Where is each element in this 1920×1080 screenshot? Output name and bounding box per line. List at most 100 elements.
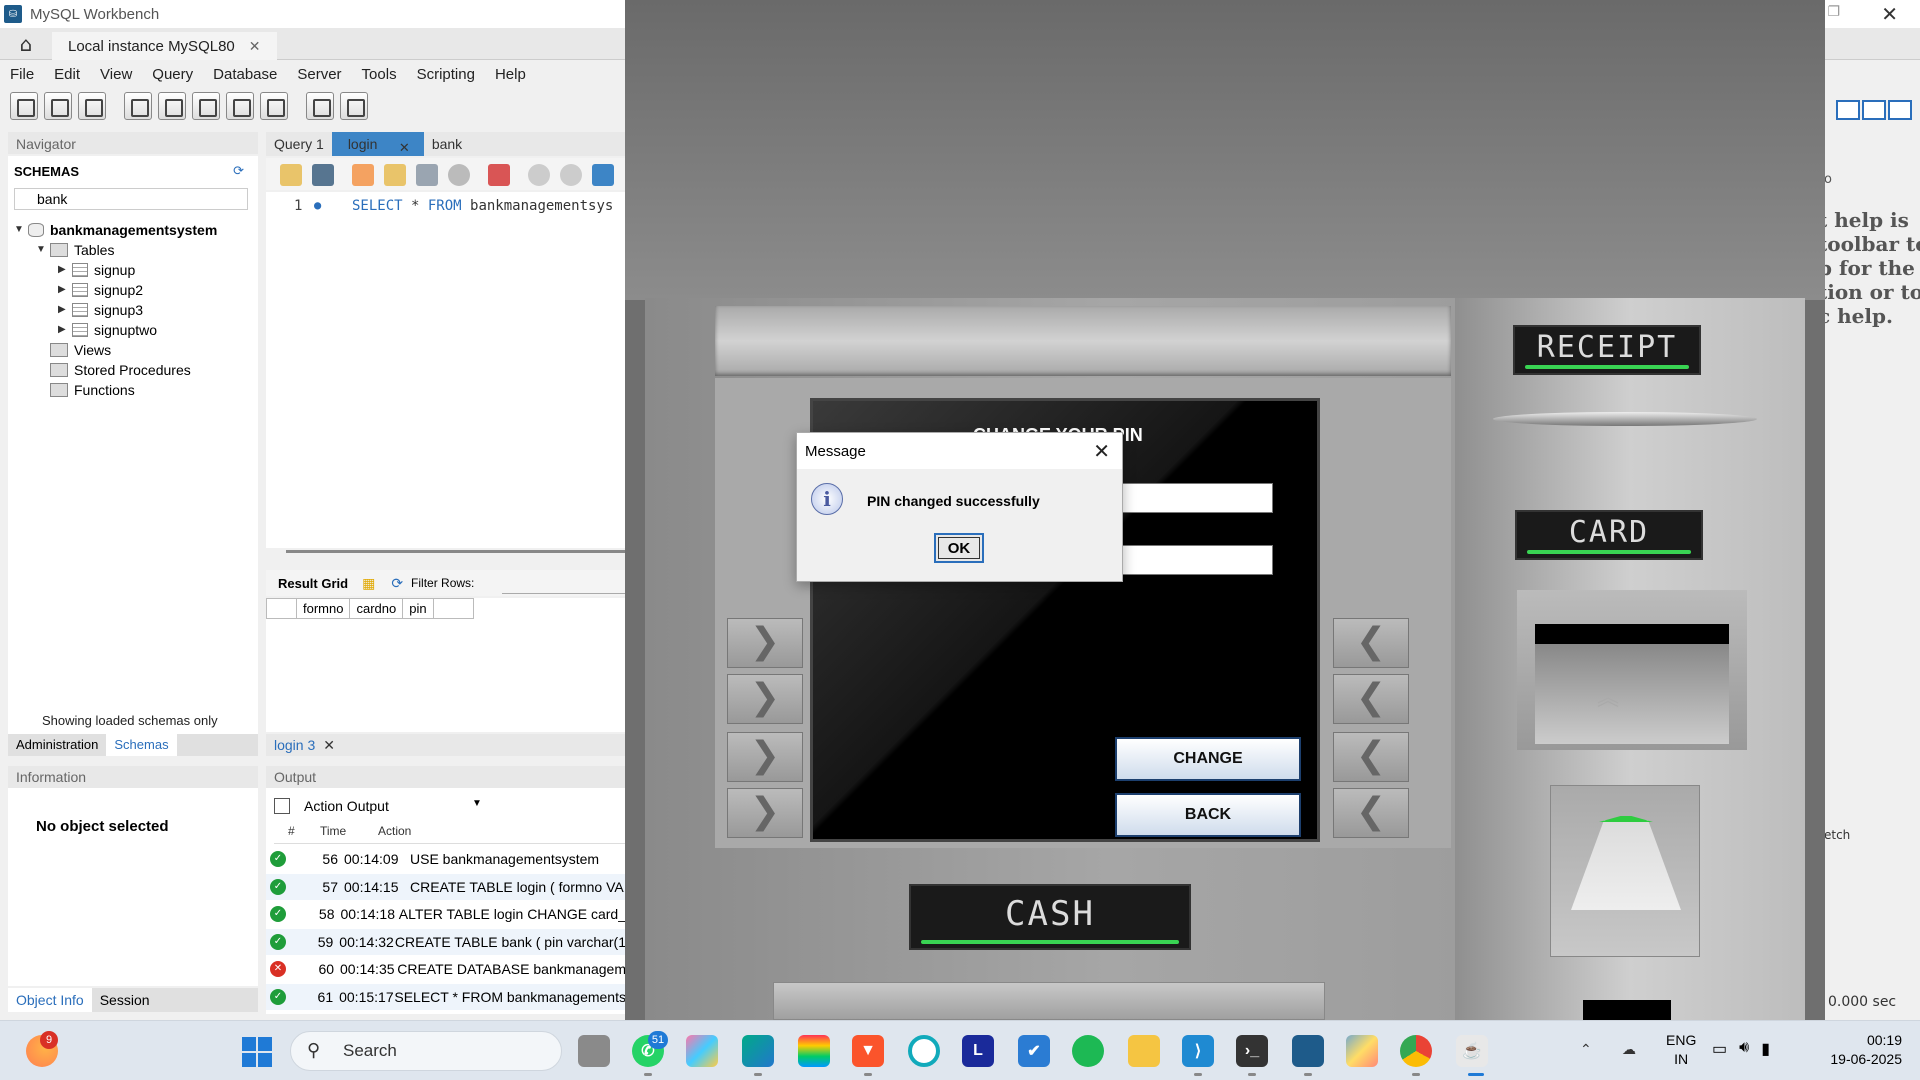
close-tab-icon[interactable]: ✕: [249, 38, 261, 54]
rollback-icon[interactable]: [560, 164, 582, 186]
vscode-icon[interactable]: ⟩: [1182, 1035, 1214, 1067]
output-row[interactable]: ✓ 59 00:14:32 CREATE TABLE bank ( pin varch…: [266, 928, 626, 955]
chevron-down-icon[interactable]: ▼: [472, 798, 482, 809]
output-row[interactable]: ✕ 60 00:14:35 CREATE DATABASE bankmanagem: [266, 956, 626, 982]
create-view-icon[interactable]: [192, 92, 220, 120]
stop-icon[interactable]: [448, 164, 470, 186]
open-sql-script-icon[interactable]: [44, 92, 72, 120]
create-procedure-icon[interactable]: [226, 92, 254, 120]
output-row[interactable]: ✓ 61 00:15:17 SELECT * FROM bankmanagements: [266, 983, 626, 1010]
tree-item-db[interactable]: ▼ bankmanagementsystem: [14, 220, 217, 240]
right-side-key[interactable]: ❮: [1333, 618, 1409, 668]
tree-item-table[interactable]: ▶ signuptwo: [14, 320, 217, 340]
battery-icon[interactable]: ▮: [1761, 1039, 1770, 1059]
menu-help[interactable]: Help: [485, 66, 536, 83]
menu-view[interactable]: View: [90, 66, 142, 83]
brave-icon[interactable]: ▼: [852, 1035, 884, 1067]
tree-item-table[interactable]: ▶ signup3: [14, 300, 217, 320]
tree-item-views[interactable]: Views: [14, 340, 217, 360]
commit-icon[interactable]: [528, 164, 550, 186]
mysql-workbench-icon[interactable]: [1292, 1035, 1324, 1067]
change-button[interactable]: CHANGE: [1115, 737, 1301, 781]
open-file-icon[interactable]: [280, 164, 302, 186]
sql-editor[interactable]: 1 ● SELECT * FROM bankmanagementsys: [266, 192, 626, 548]
volume-icon[interactable]: 🔊︎: [1739, 1039, 1749, 1059]
output-row[interactable]: ✓ 57 00:14:15 CREATE TABLE login ( formno V…: [266, 873, 626, 900]
toggle-autocommit-icon[interactable]: [488, 164, 510, 186]
column-header[interactable]: cardno: [350, 599, 404, 618]
store-icon[interactable]: [798, 1035, 830, 1067]
result-tab[interactable]: login 3 ✕: [266, 734, 626, 756]
menu-scripting[interactable]: Scripting: [407, 66, 485, 83]
create-schema-icon[interactable]: [124, 92, 152, 120]
file-explorer-icon[interactable]: [1128, 1035, 1160, 1067]
menu-edit[interactable]: Edit: [44, 66, 90, 83]
start-icon[interactable]: [242, 1037, 272, 1067]
tree-item-table[interactable]: ▶ signup2: [14, 280, 217, 300]
close-tab-icon[interactable]: ✕: [323, 737, 335, 753]
layout-toggle-icon[interactable]: [1836, 100, 1860, 120]
collapse-icon[interactable]: ▶: [58, 280, 72, 300]
left-side-key[interactable]: ❯: [727, 788, 803, 838]
create-table-icon[interactable]: [158, 92, 186, 120]
ok-button[interactable]: OK: [934, 533, 984, 563]
collapse-icon[interactable]: ▶: [58, 320, 72, 340]
left-side-key[interactable]: ❯: [727, 732, 803, 782]
tab-query-1[interactable]: Query 1: [266, 132, 332, 156]
terminal-icon[interactable]: ›_: [1236, 1035, 1268, 1067]
execute-current-icon[interactable]: [384, 164, 406, 186]
menu-database[interactable]: Database: [203, 66, 287, 83]
limit-rows-icon[interactable]: [592, 164, 614, 186]
refresh-icon[interactable]: ⟳: [233, 164, 244, 179]
column-header[interactable]: formno: [297, 599, 351, 618]
taskbar-search[interactable]: ⚲ Search: [290, 1031, 562, 1071]
task-view-icon[interactable]: [578, 1035, 610, 1067]
expand-icon[interactable]: ▼: [14, 220, 28, 240]
language-indicator[interactable]: ENG IN: [1666, 1031, 1696, 1069]
onedrive-icon[interactable]: ☁: [1622, 1041, 1636, 1058]
tab-login[interactable]: login ✕: [331, 132, 424, 156]
tab-schemas[interactable]: Schemas: [106, 734, 177, 756]
close-window-icon[interactable]: ✕: [1881, 2, 1898, 26]
todo-icon[interactable]: ✔: [1018, 1035, 1050, 1067]
menu-server[interactable]: Server: [287, 66, 351, 83]
collapse-icon[interactable]: ▶: [58, 260, 72, 280]
new-pin-field[interactable]: [1103, 483, 1273, 513]
edge-icon[interactable]: [742, 1035, 774, 1067]
layout-toggle-icon[interactable]: [1862, 100, 1886, 120]
clock[interactable]: 00:19 19-06-2025: [1816, 1031, 1902, 1069]
virtualbox-icon[interactable]: [1346, 1035, 1378, 1067]
copy-icon[interactable]: [274, 798, 290, 814]
chevron-up-icon[interactable]: ⌃: [1580, 1041, 1592, 1058]
save-icon[interactable]: [312, 164, 334, 186]
left-side-key[interactable]: ❯: [727, 618, 803, 668]
menu-file[interactable]: File: [0, 66, 44, 83]
chrome-icon[interactable]: [1400, 1035, 1432, 1067]
action-output-select[interactable]: Action Output: [300, 796, 480, 818]
create-function-icon[interactable]: [260, 92, 288, 120]
menu-tools[interactable]: Tools: [352, 66, 407, 83]
reenter-pin-field[interactable]: [1103, 545, 1273, 575]
output-row[interactable]: ✓ 56 00:14:09 USE bankmanagementsystem: [266, 846, 626, 872]
right-side-key[interactable]: ❮: [1333, 732, 1409, 782]
schema-search-input[interactable]: bank: [14, 188, 248, 210]
search-table-data-icon[interactable]: [306, 92, 334, 120]
tab-bank[interactable]: bank: [424, 132, 470, 156]
l-app-icon[interactable]: L: [962, 1035, 994, 1067]
copilot-icon[interactable]: [686, 1035, 718, 1067]
column-header[interactable]: pin: [403, 599, 434, 618]
left-side-key[interactable]: ❯: [727, 674, 803, 724]
java-icon[interactable]: ☕: [1456, 1035, 1488, 1067]
collapse-icon[interactable]: ▶: [58, 300, 72, 320]
result-grid-label[interactable]: Result Grid: [278, 576, 348, 591]
maximize-icon[interactable]: ❐: [1827, 4, 1840, 20]
menu-query[interactable]: Query: [142, 66, 203, 83]
new-sql-tab-icon[interactable]: [10, 92, 38, 120]
home-icon[interactable]: ⌂: [12, 32, 40, 56]
expand-icon[interactable]: ▼: [36, 240, 50, 260]
alexa-icon[interactable]: [908, 1035, 940, 1067]
right-side-key[interactable]: ❮: [1333, 674, 1409, 724]
tab-object-info[interactable]: Object Info: [8, 988, 92, 1012]
tree-item-table[interactable]: ▶ signup: [14, 260, 217, 280]
back-button[interactable]: BACK: [1115, 793, 1301, 837]
